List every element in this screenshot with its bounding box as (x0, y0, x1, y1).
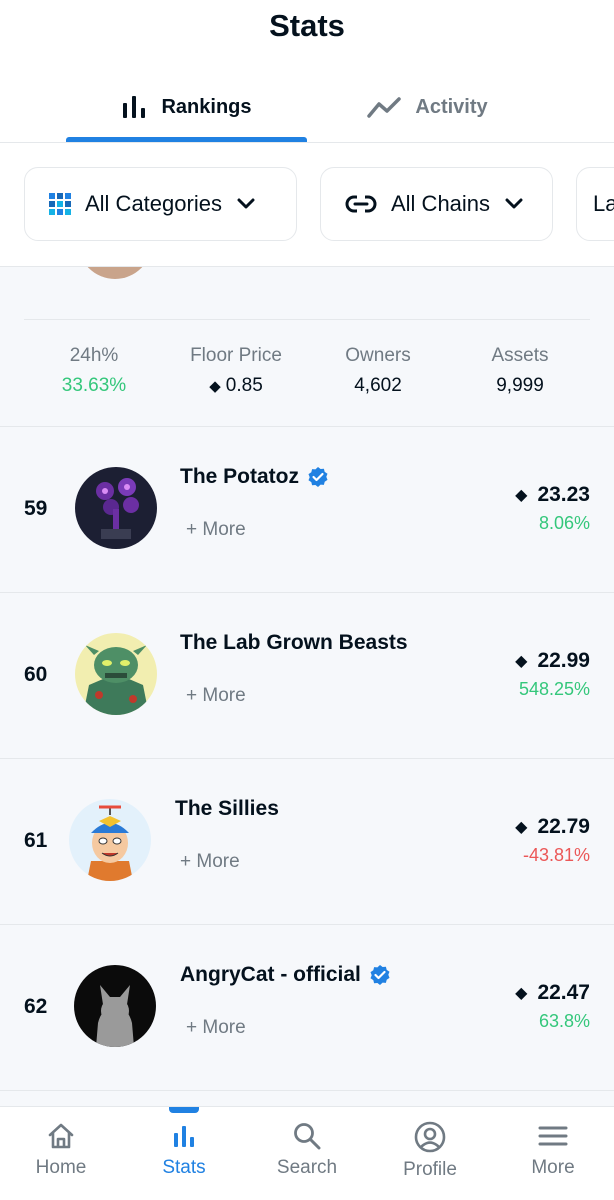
collection-avatar[interactable] (75, 467, 157, 549)
nav-home[interactable]: Home (6, 1121, 116, 1179)
grid-icon (49, 193, 71, 215)
chains-filter-button[interactable]: All Chains (320, 167, 553, 241)
verified-badge-icon (308, 467, 328, 487)
rank-number: 60 (24, 663, 48, 686)
eth-icon: ◆ (515, 487, 528, 504)
collection-avatar[interactable] (69, 799, 151, 881)
price-change: 548.25% (518, 679, 590, 699)
more-link[interactable]: + More (186, 685, 246, 707)
stat-value: 9,999 (496, 375, 544, 396)
stat-owners: Owners 4,602 (308, 345, 448, 397)
more-link[interactable]: + More (186, 1017, 246, 1039)
chevron-down-icon (505, 198, 523, 209)
tab-rankings[interactable]: Rankings (66, 82, 307, 132)
collection-avatar[interactable] (74, 965, 156, 1047)
nav-profile-label: Profile (403, 1159, 457, 1180)
rank-number: 59 (24, 497, 48, 520)
stat-floor-price: Floor Price ◆ 0.85 (166, 345, 306, 397)
nav-home-label: Home (35, 1157, 87, 1178)
nav-stats[interactable]: Stats (129, 1121, 239, 1179)
stats-icon (174, 1126, 194, 1147)
nav-stats-label: Stats (162, 1157, 206, 1178)
nav-search-label: Search (276, 1157, 338, 1178)
search-icon (294, 1123, 321, 1150)
collection-name-line: The Lab Grown Beasts (180, 631, 408, 655)
collection-name[interactable]: The Potatoz (180, 465, 299, 489)
collection-row[interactable]: 60 The Lab Grown Beasts + More ◆ 22.99 5 (0, 592, 614, 758)
chains-filter-label: All Chains (391, 191, 491, 216)
collection-avatar[interactable] (75, 633, 157, 715)
collection-name-line: The Sillies (175, 797, 279, 821)
price-value: 22.99 (537, 649, 590, 672)
stat-label: Floor Price (190, 345, 282, 366)
nav-more[interactable]: More (498, 1121, 608, 1179)
verified-badge-icon (370, 965, 390, 985)
link-icon (345, 195, 377, 213)
more-link[interactable]: + More (186, 519, 246, 541)
stat-value: ◆ 0.85 (166, 375, 306, 397)
divider (24, 319, 590, 320)
nav-more-label: More (531, 1157, 575, 1178)
price-change: 63.8% (538, 1011, 590, 1031)
eth-icon: ◆ (209, 378, 221, 395)
stat-value: 33.63% (61, 375, 127, 396)
rank-number: 62 (24, 995, 48, 1018)
collection-name-line: AngryCat - official (180, 963, 391, 987)
floor-price: ◆ 23.23 (515, 483, 590, 507)
collection-row[interactable]: 61 The Sillies + More ◆ 22.79 -43.81% (0, 758, 614, 924)
bottom-navigation: Home Stats Search Profile More (0, 1106, 614, 1200)
trend-line-icon (367, 97, 402, 118)
categories-filter-label: All Categories (85, 191, 222, 216)
floor-price: ◆ 22.99 (515, 649, 590, 673)
time-filter-label: La (593, 191, 614, 216)
categories-filter-button[interactable]: All Categories (24, 167, 297, 241)
time-filter-button[interactable]: La (576, 167, 614, 241)
rank-number: 61 (24, 829, 48, 852)
bar-chart-icon (123, 96, 146, 118)
price-change: 8.06% (538, 513, 590, 533)
collection-row[interactable]: 62 AngryCat - official + More ◆ 22.47 63… (0, 924, 614, 1090)
tab-activity-label: Activity (415, 95, 488, 118)
tab-activity[interactable]: Activity (307, 82, 548, 132)
eth-icon: ◆ (515, 653, 528, 670)
collection-name-line: The Potatoz (180, 465, 329, 489)
tab-rankings-label: Rankings (161, 95, 252, 118)
filter-bar: All Categories All Chains La (0, 143, 614, 266)
rankings-list: 24h% 33.63% Floor Price ◆ 0.85 Owners 4,6… (0, 266, 614, 1106)
floor-price-value: 0.85 (225, 375, 263, 396)
floor-price: ◆ 22.47 (515, 981, 590, 1005)
header: Stats Rankings Activity (0, 0, 614, 143)
avatar (78, 267, 152, 279)
price-value: 22.79 (537, 815, 590, 838)
collection-row[interactable]: 59 The Potatoz + More ◆ 23.23 8.06% (0, 426, 614, 592)
profile-icon (414, 1121, 446, 1153)
stat-label: Owners (345, 345, 411, 366)
collection-row (0, 1090, 614, 1106)
menu-icon (538, 1126, 568, 1146)
nav-profile[interactable]: Profile (375, 1121, 485, 1181)
nav-search[interactable]: Search (252, 1121, 362, 1179)
stat-24h-change: 24h% 33.63% (24, 345, 164, 397)
stat-assets: Assets 9,999 (450, 345, 590, 397)
collection-name[interactable]: AngryCat - official (180, 963, 361, 987)
stat-label: Assets (491, 345, 549, 366)
floor-price: ◆ 22.79 (515, 815, 590, 839)
collection-name[interactable]: The Sillies (175, 797, 279, 821)
stat-label: 24h% (69, 345, 119, 366)
collection-name[interactable]: The Lab Grown Beasts (180, 631, 408, 655)
price-value: 23.23 (537, 483, 590, 506)
price-change: -43.81% (522, 845, 590, 865)
home-icon (48, 1123, 74, 1149)
chevron-down-icon (237, 198, 255, 209)
stat-value: 4,602 (354, 375, 402, 396)
page-title: Stats (269, 8, 345, 43)
price-value: 22.47 (537, 981, 590, 1004)
more-link[interactable]: + More (180, 851, 240, 873)
eth-icon: ◆ (515, 985, 528, 1002)
active-nav-indicator (169, 1107, 199, 1113)
eth-icon: ◆ (515, 819, 528, 836)
